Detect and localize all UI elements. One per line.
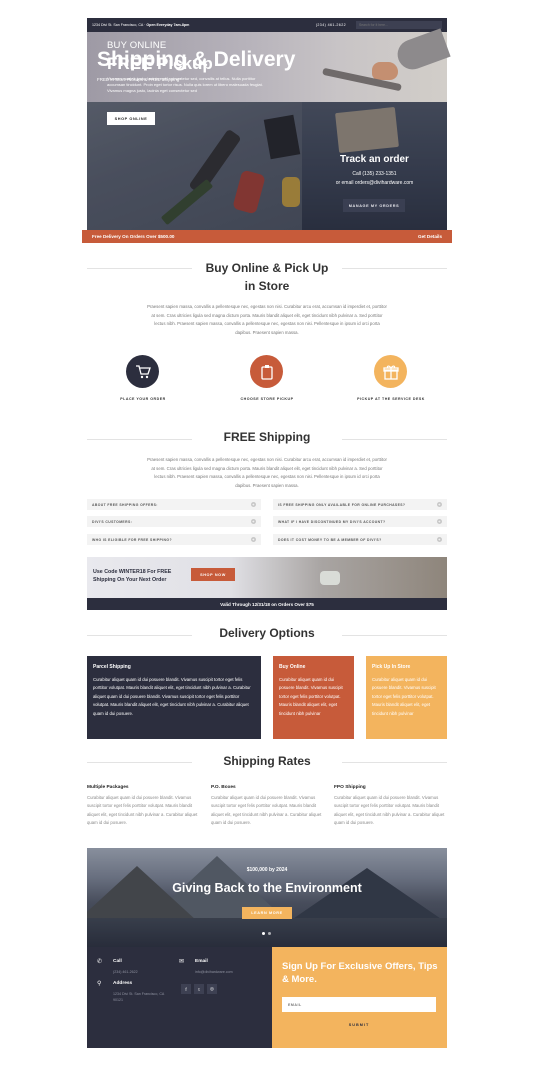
manage-orders-button[interactable]: MANAGE MY ORDERS [343, 199, 405, 212]
instagram-icon[interactable]: ◎ [207, 984, 217, 994]
delivery-option-title: Buy Online [279, 664, 306, 670]
plus-icon: + [437, 502, 442, 507]
hero-hand-image [372, 62, 398, 80]
shop-now-button[interactable]: SHOP NOW [191, 568, 235, 581]
address-label: Address [113, 981, 133, 986]
rate-title: Multiple Packages [87, 785, 129, 790]
faq-item[interactable]: ABOUT FREE SHIPPING OFFERS: + [87, 499, 261, 510]
delivery-option-card: Pick Up In Store Curabitur aliquet quam … [366, 656, 447, 739]
cart-icon [126, 355, 159, 388]
track-order-title: Track an order [340, 154, 409, 165]
location-pin-icon: ⚲ [97, 981, 102, 987]
pickup-paragraph: Praesent sapien massa, convallis a pelle… [147, 304, 387, 335]
call-label: Call [113, 959, 122, 964]
environment-title: Giving Back to the Environment [172, 881, 362, 895]
step-label: CHOOSE STORE PICKUP [240, 397, 294, 401]
step-label: PICKUP AT THE SERVICE DESK [357, 397, 425, 401]
get-details-link[interactable]: Get Details [418, 234, 442, 239]
rate-item: Multiple Packages Curabitur aliquet quam… [87, 785, 199, 828]
signup-title: Sign Up For Exclusive Offers, Tips & Mor… [282, 961, 438, 985]
faq-item[interactable]: WHAT IF I HAVE DISCONTINUED MY DIVI'S AC… [273, 516, 447, 527]
hero-arm-image [393, 28, 451, 74]
twitter-icon[interactable]: t [194, 984, 204, 994]
rate-body: Curabitur aliquet quam id dui posuere bl… [87, 795, 198, 826]
rate-item: FPO Shipping Curabitur aliquet quam id d… [334, 785, 446, 828]
faq-item[interactable]: DIVI'S CUSTOMERS: + [87, 516, 261, 527]
faq-item[interactable]: DOES IT COST MONEY TO BE A MEMBER OF DIV… [273, 534, 447, 545]
buy-online-title: FREE Pickup [107, 54, 213, 73]
email-label: Email [195, 959, 208, 964]
free-shipping-title: FREE Shipping [223, 430, 311, 444]
coupon-text: Use Code WINTER18 For FREE Shipping On Y… [93, 569, 172, 583]
buy-online-label: BUY ONLINE [107, 40, 167, 51]
delivery-option-body: Curabitur aliquet quam id dui posuere bl… [372, 677, 436, 716]
call-value[interactable]: (234) 461-2622 [113, 969, 138, 975]
rate-item: P.O. Boxes Curabitur aliquet quam id dui… [211, 785, 323, 828]
delivery-option-card: Parcel Shipping Curabitur aliquet quam i… [87, 656, 261, 739]
search-input[interactable] [356, 21, 442, 29]
plus-icon: + [251, 502, 256, 507]
phone-icon: ✆ [97, 959, 103, 965]
rate-title: P.O. Boxes [211, 785, 236, 790]
track-order-email: or email orders@divihardware.com [335, 180, 414, 186]
delivery-option-body: Curabitur aliquet quam id dui posuere bl… [93, 677, 251, 716]
pickup-section-title: Buy Online & Pick Up in Store [205, 261, 329, 293]
promo-bar: Free Delivery On Orders Over $500.00 Get… [82, 230, 452, 243]
faq-item[interactable]: WHO IS ELIGIBLE FOR FREE SHIPPING? + [87, 534, 261, 545]
plus-icon: + [251, 537, 256, 542]
delivery-option-card: Buy Online Curabitur aliquet quam id dui… [273, 656, 354, 739]
rate-title: FPO Shipping [334, 785, 366, 790]
top-bar: 1234 Divi St. San Francisco, CA · Open E… [87, 18, 447, 32]
delivery-option-title: Parcel Shipping [93, 664, 131, 670]
learn-more-button[interactable]: LEARN MORE [242, 907, 292, 919]
address-value: 1234 Divi St. San Francisco, CA 90121 [113, 992, 165, 1002]
promo-text: Free Delivery On Orders Over $500.00 [92, 234, 175, 239]
coupon-validity-bar: Valid Through 12/31/18 on Orders Over $7… [87, 598, 447, 610]
delivery-option-title: Pick Up In Store [372, 664, 411, 670]
shop-online-button[interactable]: SHOP ONLINE [107, 112, 155, 125]
clipboard-icon [250, 355, 283, 388]
facebook-icon[interactable]: f [181, 984, 191, 994]
free-shipping-paragraph: Praesent sapien massa, convallis a pelle… [147, 457, 387, 488]
rate-body: Curabitur aliquet quam id dui posuere bl… [334, 795, 445, 826]
slider-dot[interactable] [268, 932, 271, 935]
email-field[interactable] [282, 997, 436, 1012]
topbar-address-hours: 1234 Divi St. San Francisco, CA · Open E… [92, 23, 190, 27]
email-value[interactable]: info@divihardware.com [195, 969, 233, 975]
plus-icon: + [437, 519, 442, 524]
mail-icon: ✉ [179, 959, 185, 965]
buy-online-body: Vivamus magna justo, lacinia eget consec… [107, 76, 263, 93]
plus-icon: + [437, 537, 442, 542]
page: 1234 Divi St. San Francisco, CA · Open E… [82, 18, 452, 1048]
delivery-option-body: Curabitur aliquet quam id dui posuere bl… [279, 677, 343, 716]
slider-dot[interactable] [262, 932, 265, 935]
faq-item[interactable]: IS FREE SHIPPING ONLY AVAILABLE FOR ONLI… [273, 499, 447, 510]
plus-icon: + [251, 519, 256, 524]
topbar-phone[interactable]: (234) 461-2622 [316, 23, 346, 27]
environment-banner [87, 848, 447, 947]
track-order-call: Call (135) 233-1351 [352, 171, 397, 177]
submit-button[interactable]: SUBMIT [282, 1018, 436, 1032]
gift-icon [374, 355, 407, 388]
delivery-options-title: Delivery Options [219, 626, 315, 640]
environment-eyebrow: $100,000 by 2024 [246, 867, 288, 873]
plant-image [320, 571, 340, 585]
shipping-rates-title: Shipping Rates [223, 754, 311, 768]
rate-body: Curabitur aliquet quam id dui posuere bl… [211, 795, 322, 826]
step-label: PLACE YOUR ORDER [120, 397, 166, 401]
